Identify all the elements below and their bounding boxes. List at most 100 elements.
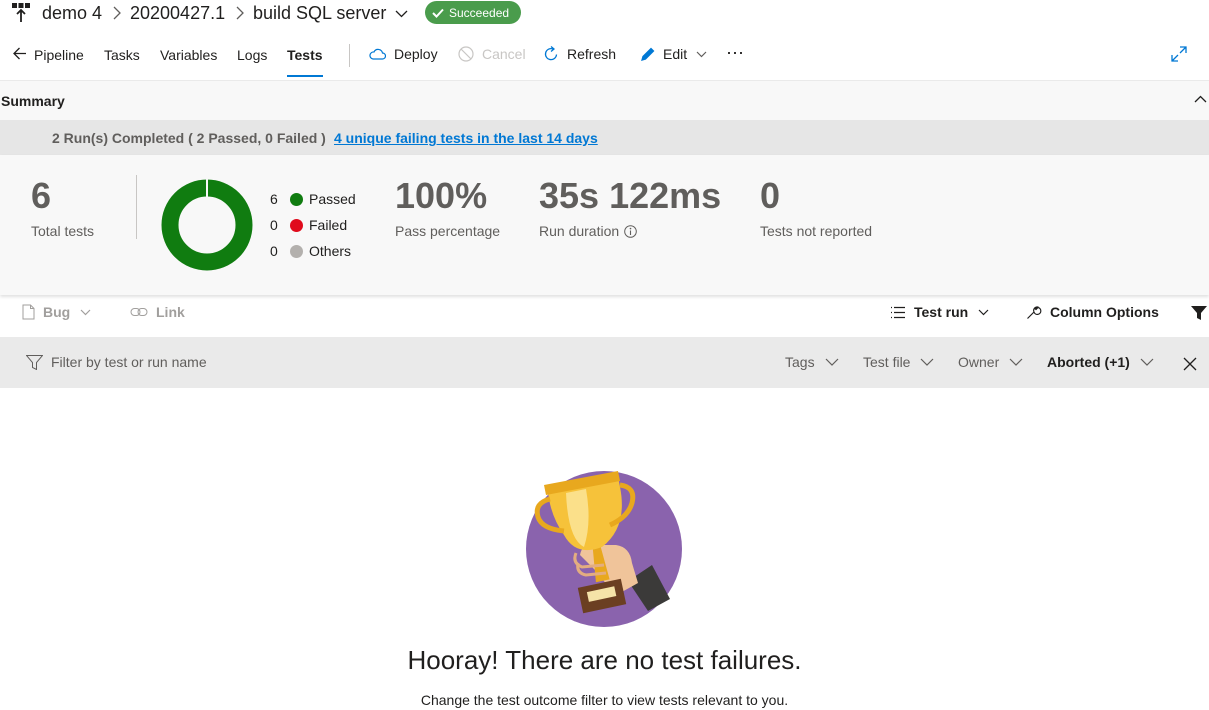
legend-failed-count: 0 (270, 217, 278, 233)
empty-state-title: Hooray! There are no test failures. (407, 645, 802, 675)
check-icon (432, 8, 444, 18)
legend-passed-label: Passed (309, 191, 356, 207)
link-label: Link (156, 304, 185, 320)
legend-passed: 6 Passed (270, 191, 356, 207)
failed-dot-icon (290, 218, 303, 232)
more-options-button[interactable]: ⋯ (726, 43, 745, 64)
tab-variables[interactable]: Variables (160, 47, 217, 77)
outcome-filter-label: Aborted (+1) (1047, 354, 1130, 370)
cancel-icon (458, 46, 474, 62)
chevron-down-icon (978, 309, 989, 315)
run-duration-value: 35s 122ms (539, 175, 722, 216)
chevron-down-icon (1009, 358, 1023, 366)
empty-state-message: Change the test outcome filter to view t… (420, 692, 789, 708)
column-options-label: Column Options (1050, 304, 1159, 320)
funnel-outline-icon (26, 354, 43, 370)
cloud-icon (369, 48, 386, 60)
tab-tasks[interactable]: Tasks (104, 47, 140, 77)
total-tests-value: 6 (31, 175, 52, 216)
edit-label: Edit (663, 46, 688, 62)
chevron-up-icon[interactable] (1194, 95, 1207, 103)
pass-percentage-label: Pass percentage (395, 223, 501, 239)
outcome-donut-chart (161, 178, 253, 271)
link-button[interactable]: Link (130, 304, 185, 320)
chevron-down-icon (825, 358, 839, 366)
chevron-down-icon (696, 51, 707, 57)
summary-header[interactable]: Summary (0, 80, 1209, 120)
pass-percentage-value: 100% (395, 175, 488, 216)
tab-pipeline[interactable]: Pipeline (34, 47, 84, 77)
chevron-right-icon (113, 6, 121, 20)
chevron-down-icon[interactable] (395, 10, 408, 18)
document-icon (22, 304, 35, 320)
summary-stats: 6 Total tests 6 Passed 0 Failed 0 Others… (0, 155, 1209, 295)
info-icon[interactable] (624, 224, 637, 238)
tags-filter-label: Tags (785, 354, 815, 370)
divider (349, 44, 350, 67)
divider (136, 175, 137, 239)
deploy-button[interactable]: Deploy (369, 46, 438, 62)
filter-funnel-icon[interactable] (1191, 306, 1207, 320)
runs-completed-text: 2 Run(s) Completed ( 2 Passed, 0 Failed … (52, 130, 326, 146)
test-run-label: Test run (914, 304, 969, 320)
runs-summary-bar: 2 Run(s) Completed ( 2 Passed, 0 Failed … (0, 120, 1209, 155)
donut-gap (206, 178, 208, 198)
run-duration-label-wrap: Run duration (539, 223, 637, 239)
pencil-icon (641, 47, 655, 61)
others-dot-icon (290, 244, 303, 258)
legend-others: 0 Others (270, 243, 351, 259)
command-bar: Pipeline Tasks Variables Logs Tests Depl… (0, 36, 1209, 80)
breadcrumb-pipeline[interactable]: build SQL server (253, 3, 386, 24)
breadcrumb-build[interactable]: 20200427.1 (130, 3, 225, 24)
legend-others-count: 0 (270, 243, 278, 259)
chevron-down-icon (921, 358, 934, 366)
results-toolbar: Bug Link Test run Column Options (0, 296, 1209, 336)
cancel-button[interactable]: Cancel (458, 46, 526, 62)
filter-search-input[interactable]: Filter by test or run name (26, 354, 207, 370)
expand-icon[interactable] (1171, 46, 1187, 62)
pipeline-icon (12, 3, 30, 22)
total-tests-label: Total tests (31, 223, 95, 239)
chevron-right-icon (236, 6, 244, 20)
run-duration-label: Run duration (539, 223, 620, 239)
refresh-label: Refresh (567, 46, 617, 62)
breadcrumb-project[interactable]: demo 4 (42, 3, 102, 24)
refresh-icon (544, 46, 558, 61)
edit-button[interactable]: Edit (640, 46, 707, 62)
not-reported-value: 0 (760, 175, 781, 216)
chevron-down-icon (1140, 358, 1154, 366)
owner-filter-dropdown[interactable]: Owner (958, 354, 1023, 370)
close-icon[interactable] (1183, 357, 1197, 371)
status-badge: Succeeded (425, 1, 521, 24)
passed-dot-icon (290, 192, 303, 206)
bug-label: Bug (43, 304, 71, 320)
trophy-illustration (526, 471, 682, 627)
tab-logs[interactable]: Logs (237, 47, 267, 77)
filter-placeholder: Filter by test or run name (51, 354, 207, 370)
status-text: Succeeded (449, 5, 510, 20)
wrench-icon (1027, 306, 1042, 319)
test-run-grouping-button[interactable]: Test run (890, 304, 989, 320)
legend-failed-label: Failed (309, 217, 348, 233)
legend-failed: 0 Failed (270, 217, 347, 233)
not-reported-label: Tests not reported (760, 223, 873, 239)
chevron-down-icon (80, 309, 91, 315)
bug-button[interactable]: Bug (22, 304, 91, 320)
breadcrumb: demo 4 20200427.1 build SQL server Succe… (0, 0, 1209, 28)
link-icon (130, 308, 148, 316)
test-file-filter-dropdown[interactable]: Test file (863, 354, 934, 370)
failing-tests-link[interactable]: 4 unique failing tests in the last 14 da… (334, 130, 598, 146)
legend-others-label: Others (309, 243, 352, 259)
back-arrow-icon[interactable] (13, 47, 27, 60)
refresh-button[interactable]: Refresh (544, 46, 616, 62)
outcome-filter-dropdown[interactable]: Aborted (+1) (1047, 354, 1154, 370)
legend-passed-count: 6 (270, 191, 278, 207)
summary-title: Summary (1, 93, 65, 109)
donut-passed-segment (161, 179, 253, 271)
cancel-label: Cancel (482, 46, 526, 62)
column-options-button[interactable]: Column Options (1026, 304, 1159, 320)
tab-tests[interactable]: Tests (287, 47, 323, 77)
owner-filter-label: Owner (958, 354, 1000, 370)
tags-filter-dropdown[interactable]: Tags (785, 354, 839, 370)
deploy-label: Deploy (394, 46, 438, 62)
